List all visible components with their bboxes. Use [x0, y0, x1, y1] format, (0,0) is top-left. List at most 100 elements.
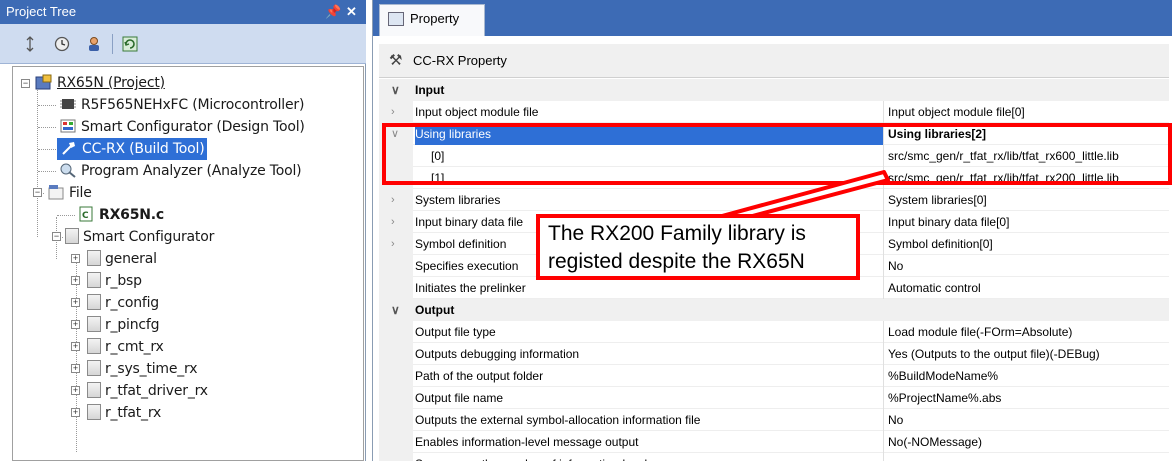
tree-node-microcontroller[interactable]: R5F565NEHxFC (Microcontroller) [59, 94, 304, 116]
expand-toggle[interactable]: + [71, 320, 80, 329]
chevron-down-icon[interactable]: ∨ [391, 123, 403, 145]
row-gutter [379, 453, 413, 461]
property-value[interactable]: No [883, 255, 1169, 277]
category-output[interactable]: ∨ Output [379, 299, 1169, 321]
tree-node-label: Program Analyzer (Analyze Tool) [81, 163, 302, 179]
collapse-toggle[interactable]: − [21, 79, 30, 88]
folder-icon [87, 316, 101, 332]
property-row-selected[interactable]: ∨ Using libraries Using libraries[2] [379, 123, 1169, 145]
property-value[interactable]: Input object module file[0] [883, 101, 1169, 123]
folder-icon [65, 228, 79, 244]
tree-node-project[interactable]: RX65N (Project) [35, 72, 165, 94]
chevron-down-icon[interactable]: ∨ [391, 299, 403, 321]
expand-toggle[interactable]: + [71, 254, 80, 263]
property-name: [1] [431, 171, 445, 185]
pin-icon[interactable]: 📌 [325, 0, 341, 24]
tree-node-label: r_pincfg [105, 317, 160, 333]
property-value[interactable]: %ProjectName%.abs [883, 387, 1169, 409]
tree-node-r-bsp[interactable]: r_bsp [87, 270, 142, 292]
property-row[interactable]: Output file name %ProjectName%.abs [379, 387, 1169, 409]
hammer-icon: ⚒ [389, 52, 403, 69]
project-tree-titlebar: Project Tree 📌 ✕ [0, 0, 366, 24]
expand-toggle[interactable]: + [71, 276, 80, 285]
property-name: Input object module file [415, 105, 539, 119]
analyzer-icon [59, 162, 77, 178]
property-subrow[interactable]: [1] src/smc_gen/r_tfat_rx/lib/tfat_rx200… [379, 167, 1169, 189]
tree-node-smart-configurator-folder[interactable]: Smart Configurator [65, 226, 214, 248]
chevron-right-icon[interactable]: › [391, 189, 403, 211]
property-name: Output file name [415, 391, 504, 405]
tree-connector [38, 105, 56, 106]
property-value[interactable]: %BuildModeName% [883, 365, 1169, 387]
tree-node-file[interactable]: File [47, 182, 92, 204]
refresh-icon[interactable] [122, 36, 138, 52]
expand-toggle[interactable]: + [71, 408, 80, 417]
tree-node-r-cmt-rx[interactable]: r_cmt_rx [87, 336, 164, 358]
property-value[interactable]: Load module file(-FOrm=Absolute) [883, 321, 1169, 343]
expand-toggle[interactable]: + [71, 342, 80, 351]
tree-connector [57, 215, 75, 216]
property-row[interactable]: › Input object module file Input object … [379, 101, 1169, 123]
project-tree-title: Project Tree [6, 4, 77, 19]
tree-node-cc-rx[interactable]: CC-RX (Build Tool) [57, 138, 208, 160]
property-row[interactable]: Path of the output folder %BuildModeName… [379, 365, 1169, 387]
property-row[interactable]: Outputs debugging information Yes (Outpu… [379, 343, 1169, 365]
property-name: Path of the output folder [415, 369, 544, 383]
tree-node-r-sys-time-rx[interactable]: r_sys_time_rx [87, 358, 198, 380]
tree-node-r-tfat-driver-rx[interactable]: r_tfat_driver_rx [87, 380, 208, 402]
property-subrow[interactable]: [0] src/smc_gen/r_tfat_rx/lib/tfat_rx600… [379, 145, 1169, 167]
property-row[interactable]: Output file type Load module file(-FOrm=… [379, 321, 1169, 343]
property-value[interactable]: Automatic control [883, 277, 1169, 299]
clock-icon[interactable] [54, 36, 70, 52]
property-name: Initiates the prelinker [415, 281, 526, 295]
tree-node-r-tfat-rx[interactable]: r_tfat_rx [87, 402, 161, 424]
property-row[interactable]: Outputs the external symbol-allocation i… [379, 409, 1169, 431]
property-value[interactable]: Yes (Outputs to the output file)(-DEBug) [883, 343, 1169, 365]
property-value[interactable]: No(-NOMessage) [883, 431, 1169, 453]
property-row[interactable]: › System libraries System libraries[0] [379, 189, 1169, 211]
tree-node-program-analyzer[interactable]: Program Analyzer (Analyze Tool) [59, 160, 302, 182]
user-icon[interactable] [86, 36, 102, 52]
property-value[interactable]: Input binary data file[0] [883, 211, 1169, 233]
property-value[interactable] [883, 453, 1169, 461]
tree-node-label: Smart Configurator [83, 229, 215, 245]
collapse-toggle[interactable]: − [33, 188, 42, 197]
tab-label: Property [410, 11, 460, 26]
property-name: [0] [431, 149, 445, 163]
project-tree-view[interactable]: − RX65N (Project) R5F565NEHxFC (Microcon… [12, 66, 364, 461]
chevron-right-icon[interactable]: › [391, 233, 403, 255]
chevron-right-icon[interactable]: › [391, 101, 403, 123]
property-row[interactable]: Initiates the prelinker Automatic contro… [379, 277, 1169, 299]
chevron-right-icon[interactable]: › [391, 211, 403, 233]
tree-node-r-pincfg[interactable]: r_pincfg [87, 314, 160, 336]
property-value[interactable]: No [883, 409, 1169, 431]
expand-toggle[interactable]: + [71, 364, 80, 373]
tree-node-rx65n-c[interactable]: C RX65N.c [77, 204, 164, 226]
sort-icon[interactable] [22, 36, 38, 52]
property-row[interactable]: Suppresses the number of information-lev… [379, 453, 1169, 461]
category-input[interactable]: ∨ Input [379, 79, 1169, 101]
annotation-callout: The RX200 Family library is registed des… [536, 214, 860, 280]
tree-node-label: r_tfat_rx [105, 405, 162, 421]
row-gutter [379, 167, 413, 189]
collapse-toggle[interactable]: − [52, 232, 61, 241]
tree-node-general[interactable]: general [87, 248, 157, 270]
property-value[interactable]: src/smc_gen/r_tfat_rx/lib/tfat_rx600_lit… [883, 145, 1169, 167]
tab-property[interactable]: Property [379, 4, 485, 36]
expand-toggle[interactable]: + [71, 386, 80, 395]
tree-node-r-config[interactable]: r_config [87, 292, 159, 314]
close-icon[interactable]: ✕ [346, 0, 357, 24]
property-value[interactable]: src/smc_gen/r_tfat_rx/lib/tfat_rx200_lit… [883, 167, 1169, 189]
property-value[interactable]: System libraries[0] [883, 189, 1169, 211]
row-gutter [379, 365, 413, 387]
property-value[interactable]: Symbol definition[0] [883, 233, 1169, 255]
property-header: ⚒ CC-RX Property [379, 44, 1169, 78]
property-name: Suppresses the number of information-lev… [415, 453, 883, 461]
expand-toggle[interactable]: + [71, 298, 80, 307]
tree-node-label: R5F565NEHxFC (Microcontroller) [81, 97, 305, 113]
property-row[interactable]: Enables information-level message output… [379, 431, 1169, 453]
chevron-down-icon[interactable]: ∨ [391, 79, 403, 101]
tree-node-smart-configurator[interactable]: Smart Configurator (Design Tool) [59, 116, 305, 138]
property-value[interactable]: Using libraries[2] [883, 123, 1169, 145]
tree-connector [38, 127, 56, 128]
